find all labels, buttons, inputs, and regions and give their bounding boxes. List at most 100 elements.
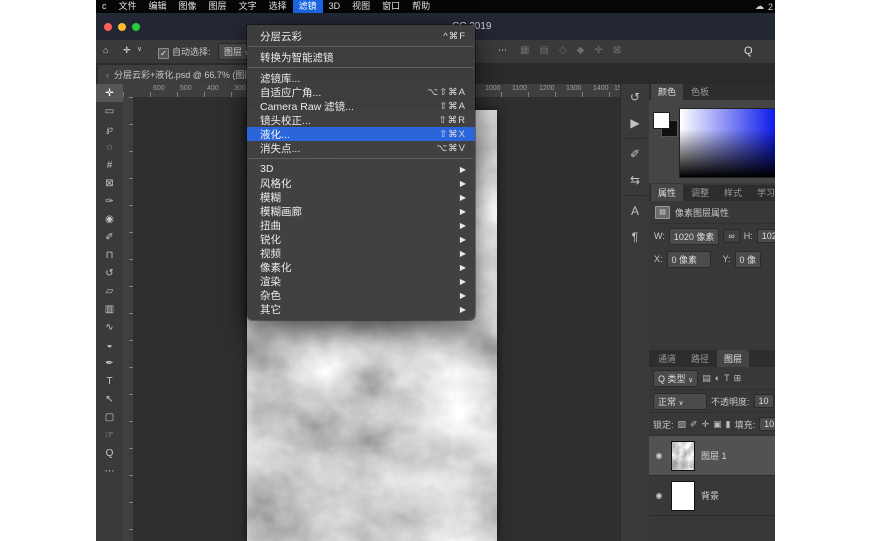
crop-tool[interactable]: # (96, 156, 123, 174)
brush-settings-panel-button[interactable]: ✐ (621, 141, 649, 167)
shape-tool[interactable]: ▢ (96, 408, 123, 426)
layer-row-2[interactable]: ◉ 背景 (649, 476, 775, 516)
lock-paint-icon[interactable]: ✐ (690, 419, 698, 430)
move-tool[interactable]: ✛ (96, 84, 123, 102)
zoom-tool[interactable]: Q (96, 444, 123, 462)
menu-item-blur[interactable]: 模糊 ▶ (247, 190, 475, 204)
menubar-item-type[interactable]: 文字 (233, 0, 263, 13)
3d-mode-icon-4[interactable]: ⊠ (613, 45, 621, 56)
menu-item-lens-correction[interactable]: 镜头校正... ⇧⌘R (247, 113, 475, 127)
menu-item-render[interactable]: 渲染 ▶ (247, 274, 475, 288)
width-field[interactable]: 1020 像素 (669, 228, 720, 245)
lock-transparency-icon[interactable]: ▨ (678, 419, 687, 430)
layer-thumbnail[interactable] (671, 441, 695, 471)
color-picker-field[interactable] (679, 108, 775, 178)
character-panel-button[interactable]: A (621, 198, 649, 224)
quick-select-tool[interactable]: ◌ (96, 138, 123, 156)
menubar-item-select[interactable]: 选择 (263, 0, 293, 13)
tab-paths[interactable]: 路径 (684, 350, 716, 367)
menu-item-3d[interactable]: 3D ▶ (247, 162, 475, 176)
spot-healing-tool[interactable]: ◉ (96, 210, 123, 228)
foreground-color-well[interactable] (653, 112, 670, 129)
3d-mode-icon-3[interactable]: ✛ (594, 45, 602, 56)
menubar-item-view[interactable]: 视图 (346, 0, 376, 13)
menubar-item-edit[interactable]: 编辑 (143, 0, 173, 13)
menu-item-video[interactable]: 视频 ▶ (247, 246, 475, 260)
menu-item-distort[interactable]: 扭曲 ▶ (247, 218, 475, 232)
paragraph-panel-button[interactable]: ¶ (621, 224, 649, 250)
layer-name[interactable]: 背景 (701, 489, 719, 502)
background-thumbnail[interactable] (671, 481, 695, 511)
filter-image-icon[interactable]: ▤ (702, 373, 711, 384)
opacity-field[interactable]: 10 (754, 394, 774, 408)
menubar-item-filter[interactable]: 滤镜 (293, 0, 323, 13)
menu-item-convert-smart-filters[interactable]: 转换为智能滤镜 (247, 50, 475, 64)
align-icon-2[interactable]: ▤ (539, 45, 548, 56)
eyedropper-tool[interactable]: ✑ (96, 192, 123, 210)
move-tool-icon[interactable]: ✛ (123, 45, 131, 56)
actions-panel-button[interactable]: ▶ (621, 110, 649, 136)
more-options-icon[interactable]: ⋯ (498, 45, 507, 56)
tab-channels[interactable]: 通道 (651, 350, 683, 367)
menu-item-sharpen[interactable]: 锐化 ▶ (247, 232, 475, 246)
smudge-tool[interactable]: ∿ (96, 318, 123, 336)
menu-item-stylize[interactable]: 风格化 ▶ (247, 176, 475, 190)
fill-field[interactable]: 10 (759, 417, 775, 431)
menu-item-noise[interactable]: 杂色 ▶ (247, 288, 475, 302)
tab-layers[interactable]: 图层 (717, 350, 749, 367)
x-field[interactable]: 0 像素 (667, 251, 711, 268)
menu-item-pixelate[interactable]: 像素化 ▶ (247, 260, 475, 274)
menu-item-other[interactable]: 其它 ▶ (247, 302, 475, 316)
align-icon-1[interactable]: ▦ (520, 45, 529, 56)
zoom-window-button[interactable] (132, 23, 140, 31)
lock-all-icon[interactable]: ▮ (726, 419, 731, 430)
menubar-item-3d[interactable]: 3D (323, 0, 347, 13)
app-menu-partial[interactable]: c (96, 0, 113, 13)
close-window-button[interactable] (104, 23, 112, 31)
tab-adjustments[interactable]: 调整 (684, 184, 716, 201)
tab-learn[interactable]: 学习 (750, 184, 775, 201)
menubar-item-window[interactable]: 窗口 (376, 0, 406, 13)
menu-item-adaptive-wide-angle[interactable]: 自适应广角... ⌥⇧⌘A (247, 85, 475, 99)
3d-mode-icon-2[interactable]: ◆ (577, 45, 585, 56)
layer-filter-dropdown[interactable]: Q 类型 ∨ (653, 370, 698, 387)
filter-group-icon[interactable]: ⊞ (734, 373, 742, 384)
menubar-item-help[interactable]: 帮助 (406, 0, 436, 13)
brush-tool[interactable]: ✐ (96, 228, 123, 246)
menu-item-difference-clouds[interactable]: 分层云彩 ^⌘F (247, 29, 475, 43)
layer-name[interactable]: 图层 1 (701, 449, 727, 462)
filter-adjustment-icon[interactable]: ◐ (715, 373, 720, 383)
y-field[interactable]: 0 像 (735, 251, 762, 268)
search-icon[interactable]: Q (744, 45, 753, 57)
home-icon[interactable]: ⌂ (103, 45, 108, 55)
marquee-tool[interactable]: ▭ (96, 102, 123, 120)
layer-row-1[interactable]: ◉ 图层 1 (649, 436, 775, 476)
tab-styles[interactable]: 样式 (717, 184, 749, 201)
tab-color[interactable]: 颜色 (651, 84, 683, 100)
frame-tool[interactable]: ⊠ (96, 174, 123, 192)
history-brush-tool[interactable]: ↺ (96, 264, 123, 282)
eraser-tool[interactable]: ▱ (96, 282, 123, 300)
menubar-item-image[interactable]: 图像 (173, 0, 203, 13)
menubar-item-file[interactable]: 文件 (113, 0, 143, 13)
tab-properties[interactable]: 属性 (651, 184, 683, 201)
lasso-tool[interactable]: ℘ (96, 120, 123, 138)
auto-select-checkbox[interactable]: ✓自动选择: (158, 45, 211, 59)
height-field[interactable]: 1020 (757, 229, 775, 243)
menubar-item-layer[interactable]: 图层 (203, 0, 233, 13)
lock-position-icon[interactable]: ✛ (702, 419, 710, 430)
gradient-tool[interactable]: ▥ (96, 300, 123, 318)
path-select-tool[interactable]: ↖ (96, 390, 123, 408)
move-tool-chevron-icon[interactable]: ∨ (137, 45, 142, 53)
visibility-eye-icon[interactable]: ◉ (653, 451, 665, 460)
minimize-window-button[interactable] (118, 23, 126, 31)
visibility-eye-icon[interactable]: ◉ (653, 491, 665, 500)
type-tool[interactable]: T (96, 372, 123, 390)
tool-presets-panel-button[interactable]: ⇆ (621, 167, 649, 193)
clone-stamp-tool[interactable]: ⊓ (96, 246, 123, 264)
menu-item-filter-gallery[interactable]: 滤镜库... (247, 71, 475, 85)
lock-artboard-icon[interactable]: ▣ (713, 419, 722, 430)
menu-item-camera-raw[interactable]: Camera Raw 滤镜... ⇧⌘A (247, 99, 475, 113)
link-dimensions-icon[interactable]: ∞ (723, 229, 739, 243)
menu-item-vanishing-point[interactable]: 消失点... ⌥⌘V (247, 141, 475, 155)
